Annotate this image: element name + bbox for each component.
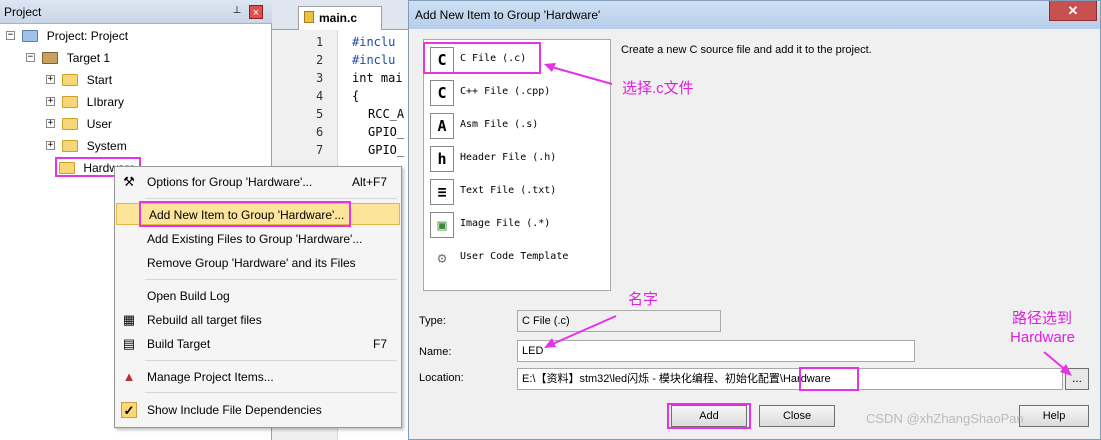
annotation-select-c: 选择.c文件 — [622, 80, 694, 97]
screenshot-root: Project ⊥ × − Project: Project − Target … — [0, 0, 1101, 440]
annotation-name: 名字 — [628, 291, 659, 308]
annotation-path-line1: 路径选到 — [1012, 310, 1073, 327]
watermark: CSDN @xhZhangShaoPan — [866, 411, 1024, 426]
annotation-path-line2: Hardware — [1010, 329, 1076, 346]
annotation-arrows — [544, 63, 1072, 376]
arrow-head — [544, 338, 556, 348]
arrow-to-c-file — [547, 65, 613, 85]
arrow-to-name — [547, 315, 617, 347]
